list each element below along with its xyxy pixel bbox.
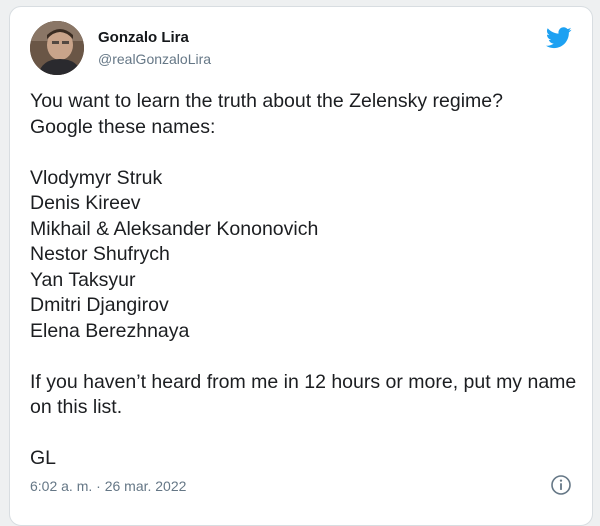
name-list-item: Dmitri Djangirov	[30, 294, 169, 316]
twitter-bird-icon[interactable]	[546, 27, 572, 49]
tweet-footer: 6:02 a. m. · 26 mar. 2022	[30, 474, 572, 498]
avatar-photo	[30, 21, 84, 75]
tweet-card[interactable]: Gonzalo Lira @realGonzaloLira You want t…	[9, 6, 593, 526]
name-list-item: Mikhail & Aleksander Kononovich	[30, 217, 319, 240]
name-list-item: Yan Taksyur	[30, 268, 136, 291]
tweet-timestamp[interactable]: 6:02 a. m. · 26 mar. 2022	[30, 478, 186, 494]
display-name[interactable]: Gonzalo Lira	[98, 29, 189, 46]
name-list-item: Denis Kireev	[30, 192, 141, 214]
tweet-intro-line: You want to learn the truth about the Ze…	[30, 90, 503, 112]
name-list-item: Vlodymyr Struk	[30, 166, 163, 189]
tweet-intro-line: Google these names:	[30, 115, 216, 138]
name-list-item: Elena Berezhnaya	[30, 319, 190, 342]
tweet-header: Gonzalo Lira @realGonzaloLira	[30, 21, 572, 77]
name-list-item: Nestor Shufrych	[30, 243, 170, 265]
avatar[interactable]	[30, 21, 84, 75]
info-icon[interactable]	[550, 474, 572, 496]
user-handle[interactable]: @realGonzaloLira	[98, 51, 211, 67]
tweet-body: You want to learn the truth about the Ze…	[30, 89, 578, 472]
tweet-warning: If you haven’t heard from me in 12 hours…	[30, 370, 577, 419]
tweet-signoff: GL	[30, 447, 57, 469]
